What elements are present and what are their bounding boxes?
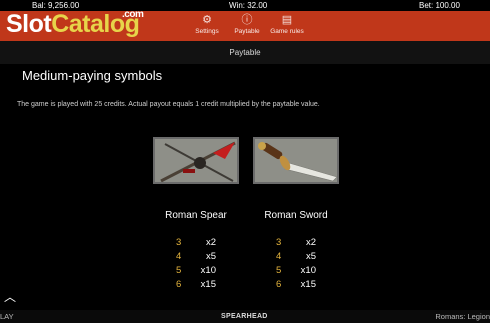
tab-game-rules[interactable]: ▤ Game rules [268,14,306,41]
bet-text: Bet: 100.00 [419,1,460,10]
payout-row: 4 x5 [176,250,216,264]
symbol-name: Roman Sword [264,210,328,221]
payout-multiplier: x10 [300,265,316,276]
rules-icon: ▤ [281,14,293,26]
game-title: Romans: Legion [435,312,490,321]
gear-icon: ⚙ [202,14,212,26]
payout-count: 5 [176,265,182,276]
payout-multiplier: x2 [305,237,316,248]
page-heading: Medium-paying symbols [22,68,163,83]
tab-paytable-label: Paytable [234,28,260,35]
payout-row: 6 x15 [276,278,316,292]
payout-row: 3 x2 [176,236,216,250]
symbol-roman-spear: Roman Spear 3 x2 4 x5 5 x10 6 x15 [151,137,241,292]
payout-row: 5 x10 [176,264,216,278]
tab-settings[interactable]: ⚙ Settings [188,14,226,41]
logo-part-slot: Slot [6,10,52,38]
info-icon: ⓘ [241,14,253,26]
logo-suffix: .com [122,9,144,20]
payout-row: 5 x10 [276,264,316,278]
payout-row: 4 x5 [276,250,316,264]
payout-count: 6 [276,279,282,290]
payout-multiplier: x15 [200,279,216,290]
payout-count: 3 [276,237,282,248]
bottom-bar: LAY SPEARHEAD Romans: Legion [0,310,490,323]
section-title: Paytable [0,41,490,64]
payout-multiplier: x15 [300,279,316,290]
spearhead-logo: SPEARHEAD [221,313,268,320]
paytable-description: The game is played with 25 credits. Actu… [17,101,320,108]
payout-count: 4 [276,251,282,262]
payout-row: 6 x15 [176,278,216,292]
symbol-name: Roman Spear [165,210,227,221]
paytable-content[interactable]: Medium-paying symbols The game is played… [0,64,490,310]
play-label: LAY [0,312,14,321]
menu-tabs: ⚙ Settings ⓘ Paytable ▤ Game rules [188,14,308,41]
tab-game-rules-label: Game rules [270,28,304,35]
header: SlotCatalog .com ⚙ Settings ⓘ Paytable ▤… [0,9,490,41]
payout-count: 4 [176,251,182,262]
payout-multiplier: x5 [305,251,316,262]
payout-count: 3 [176,237,182,248]
payout-count: 6 [176,279,182,290]
payout-multiplier: x5 [205,251,216,262]
tab-paytable[interactable]: ⓘ Paytable [228,14,266,41]
roman-spear-image [153,137,239,184]
tab-settings-label: Settings [195,28,219,35]
payout-list: 3 x2 4 x5 5 x10 6 x15 [276,236,316,292]
payout-count: 5 [276,265,282,276]
slotcatalog-logo: SlotCatalog .com [6,7,144,41]
payout-multiplier: x2 [205,237,216,248]
scroll-up-icon[interactable]: ︿ [3,291,17,303]
payout-list: 3 x2 4 x5 5 x10 6 x15 [176,236,216,292]
payout-row: 3 x2 [276,236,316,250]
symbol-roman-sword: Roman Sword 3 x2 4 x5 5 x10 6 x15 [251,137,341,292]
win-text: Win: 32.00 [229,1,268,10]
roman-sword-image [253,137,339,184]
payout-multiplier: x10 [200,265,216,276]
